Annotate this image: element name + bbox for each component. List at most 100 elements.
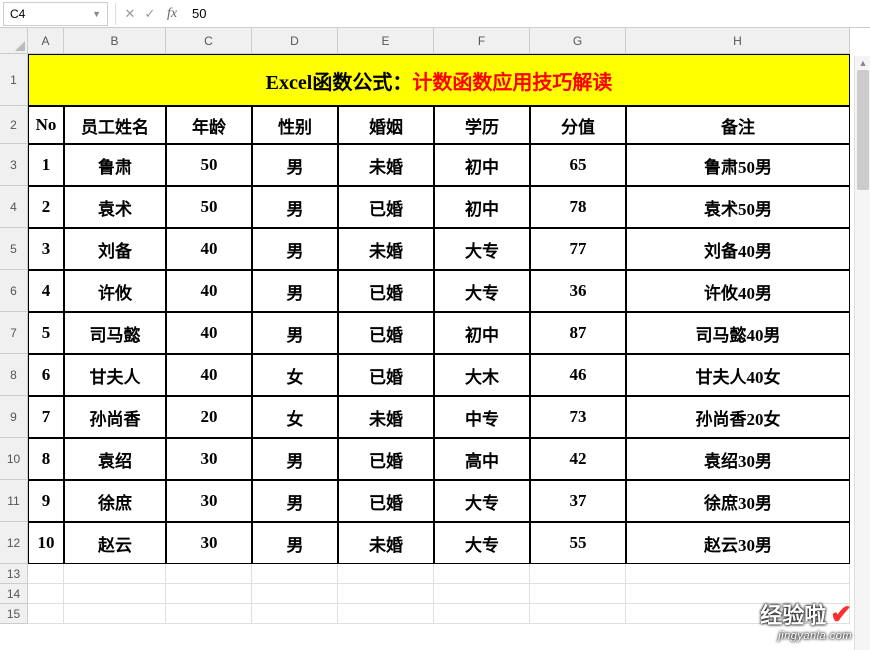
header-cell[interactable]: 备注 [626, 106, 850, 144]
empty-cell[interactable] [530, 564, 626, 584]
column-header-H[interactable]: H [626, 28, 850, 54]
data-cell[interactable]: 46 [530, 354, 626, 396]
data-cell[interactable]: 大专 [434, 522, 530, 564]
data-cell[interactable]: 司马懿 [64, 312, 166, 354]
data-cell[interactable]: 40 [166, 228, 252, 270]
data-cell[interactable]: 已婚 [338, 312, 434, 354]
data-cell[interactable]: 30 [166, 522, 252, 564]
row-header-15[interactable]: 15 [0, 604, 28, 624]
fx-icon[interactable]: fx [160, 6, 184, 22]
row-header-7[interactable]: 7 [0, 312, 28, 354]
data-cell[interactable]: 已婚 [338, 438, 434, 480]
data-cell[interactable]: 孙尚香 [64, 396, 166, 438]
data-cell[interactable]: 男 [252, 144, 338, 186]
data-cell[interactable]: 初中 [434, 144, 530, 186]
data-cell[interactable]: 已婚 [338, 270, 434, 312]
empty-cell[interactable] [530, 584, 626, 604]
data-cell[interactable]: 30 [166, 438, 252, 480]
data-cell[interactable]: 男 [252, 270, 338, 312]
data-cell[interactable]: 大专 [434, 270, 530, 312]
data-cell[interactable]: 未婚 [338, 396, 434, 438]
data-cell[interactable]: 5 [28, 312, 64, 354]
confirm-icon[interactable]: ✓ [140, 6, 160, 22]
data-cell[interactable]: 30 [166, 480, 252, 522]
data-cell[interactable]: 袁术50男 [626, 186, 850, 228]
data-cell[interactable]: 男 [252, 522, 338, 564]
data-cell[interactable]: 87 [530, 312, 626, 354]
data-cell[interactable]: 高中 [434, 438, 530, 480]
empty-cell[interactable] [530, 604, 626, 624]
data-cell[interactable]: 42 [530, 438, 626, 480]
empty-cell[interactable] [252, 564, 338, 584]
header-cell[interactable]: 学历 [434, 106, 530, 144]
data-cell[interactable]: 男 [252, 438, 338, 480]
empty-cell[interactable] [434, 604, 530, 624]
data-cell[interactable]: 徐庶30男 [626, 480, 850, 522]
data-cell[interactable]: 大专 [434, 480, 530, 522]
header-cell[interactable]: 年龄 [166, 106, 252, 144]
data-cell[interactable]: 徐庶 [64, 480, 166, 522]
column-header-C[interactable]: C [166, 28, 252, 54]
empty-cell[interactable] [166, 584, 252, 604]
data-cell[interactable]: 已婚 [338, 480, 434, 522]
chevron-down-icon[interactable]: ▼ [92, 9, 101, 19]
header-cell[interactable]: 婚姻 [338, 106, 434, 144]
data-cell[interactable]: 女 [252, 354, 338, 396]
data-cell[interactable]: 中专 [434, 396, 530, 438]
data-cell[interactable]: 许攸40男 [626, 270, 850, 312]
row-header-1[interactable]: 1 [0, 54, 28, 106]
empty-cell[interactable] [64, 564, 166, 584]
data-cell[interactable]: 78 [530, 186, 626, 228]
column-header-B[interactable]: B [64, 28, 166, 54]
row-header-14[interactable]: 14 [0, 584, 28, 604]
data-cell[interactable]: 7 [28, 396, 64, 438]
data-cell[interactable]: 50 [166, 186, 252, 228]
data-cell[interactable]: 已婚 [338, 354, 434, 396]
vertical-scrollbar[interactable]: ▲ [854, 56, 870, 650]
empty-cell[interactable] [252, 604, 338, 624]
empty-cell[interactable] [434, 584, 530, 604]
row-header-9[interactable]: 9 [0, 396, 28, 438]
data-cell[interactable]: 3 [28, 228, 64, 270]
row-header-12[interactable]: 12 [0, 522, 28, 564]
empty-cell[interactable] [338, 564, 434, 584]
row-header-5[interactable]: 5 [0, 228, 28, 270]
data-cell[interactable]: 77 [530, 228, 626, 270]
empty-cell[interactable] [28, 584, 64, 604]
data-cell[interactable]: 8 [28, 438, 64, 480]
data-cell[interactable]: 刘备 [64, 228, 166, 270]
data-cell[interactable]: 6 [28, 354, 64, 396]
data-cell[interactable]: 36 [530, 270, 626, 312]
data-cell[interactable]: 初中 [434, 186, 530, 228]
cancel-icon[interactable]: ✕ [120, 6, 140, 22]
data-cell[interactable]: 65 [530, 144, 626, 186]
data-cell[interactable]: 40 [166, 270, 252, 312]
data-cell[interactable]: 女 [252, 396, 338, 438]
row-header-13[interactable]: 13 [0, 564, 28, 584]
data-cell[interactable]: 大专 [434, 228, 530, 270]
row-header-2[interactable]: 2 [0, 106, 28, 144]
data-cell[interactable]: 1 [28, 144, 64, 186]
data-cell[interactable]: 袁绍30男 [626, 438, 850, 480]
data-cell[interactable]: 男 [252, 228, 338, 270]
data-cell[interactable]: 孙尚香20女 [626, 396, 850, 438]
header-cell[interactable]: 员工姓名 [64, 106, 166, 144]
sheet-cells[interactable]: Excel函数公式：计数函数应用技巧解读No员工姓名年龄性别婚姻学历分值备注1鲁… [28, 54, 870, 624]
empty-cell[interactable] [338, 584, 434, 604]
data-cell[interactable]: 40 [166, 312, 252, 354]
column-header-E[interactable]: E [338, 28, 434, 54]
row-header-3[interactable]: 3 [0, 144, 28, 186]
data-cell[interactable]: 男 [252, 186, 338, 228]
data-cell[interactable]: 20 [166, 396, 252, 438]
empty-cell[interactable] [64, 604, 166, 624]
data-cell[interactable]: 许攸 [64, 270, 166, 312]
scroll-up-icon[interactable]: ▲ [855, 56, 870, 70]
data-cell[interactable]: 已婚 [338, 186, 434, 228]
empty-cell[interactable] [338, 604, 434, 624]
data-cell[interactable]: 赵云 [64, 522, 166, 564]
data-cell[interactable]: 大木 [434, 354, 530, 396]
empty-cell[interactable] [166, 604, 252, 624]
data-cell[interactable]: 袁术 [64, 186, 166, 228]
row-header-6[interactable]: 6 [0, 270, 28, 312]
data-cell[interactable]: 未婚 [338, 228, 434, 270]
